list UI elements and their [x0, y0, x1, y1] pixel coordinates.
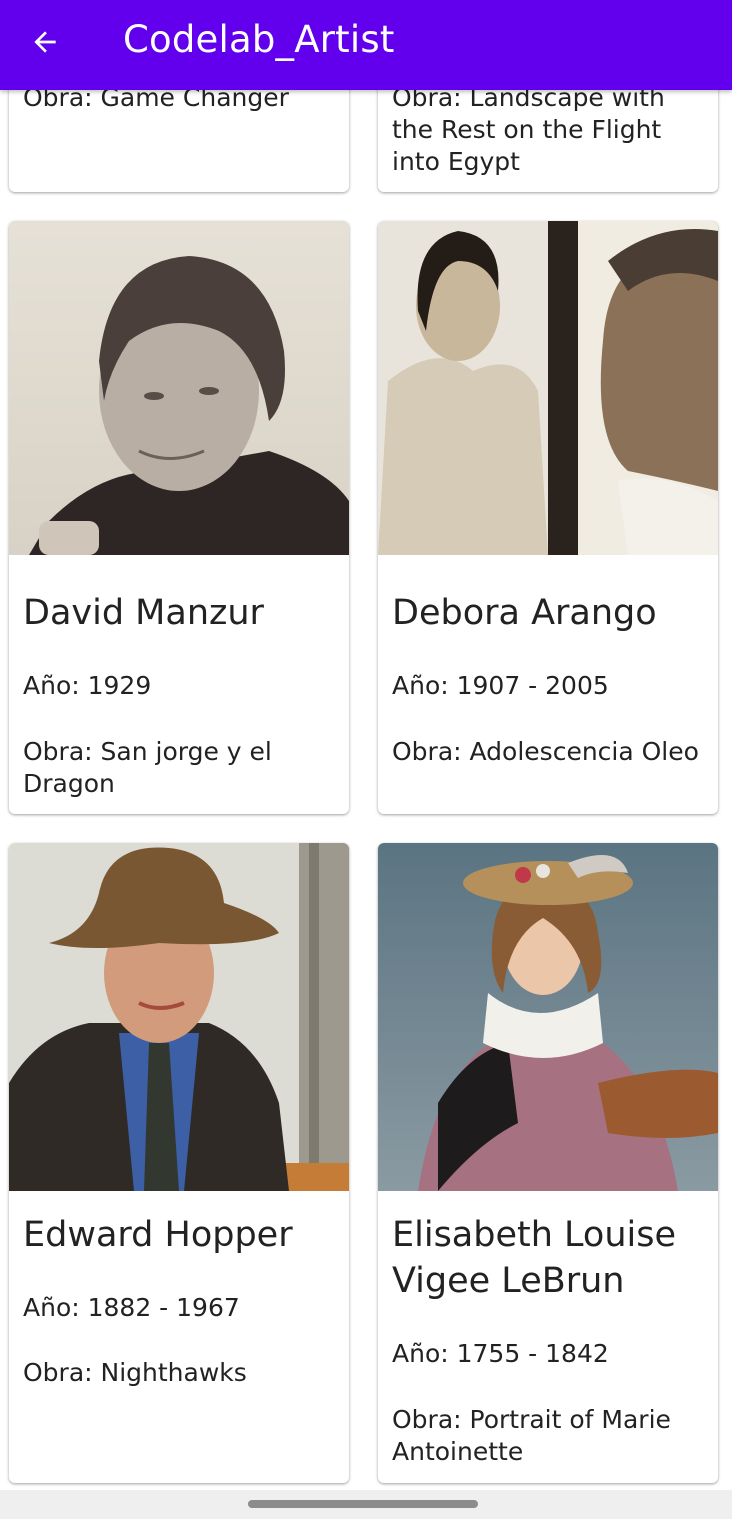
gesture-handle[interactable] [248, 1500, 478, 1508]
artist-photo [378, 843, 718, 1191]
artist-year: Año: 1882 - 1967 [23, 1293, 240, 1322]
artist-card[interactable]: Debora Arango Año: 1907 - 2005 Obra: Ado… [378, 221, 718, 814]
artist-year: Año: 1929 [23, 671, 152, 700]
artist-work: Obra: Nighthawks [23, 1358, 247, 1387]
artist-card[interactable]: Elisabeth Louise Vigee LeBrun Año: 1755 … [378, 843, 718, 1483]
app-title: Codelab_Artist [123, 18, 395, 61]
artist-photo [378, 221, 718, 555]
app-bar: Codelab_Artist [0, 0, 732, 90]
artist-name: Elisabeth Louise Vigee LeBrun [392, 1215, 676, 1301]
artist-photo [9, 221, 349, 555]
arrow-left-icon [34, 31, 56, 53]
artist-work: Obra: Adolescencia Oleo [392, 737, 699, 766]
artist-card[interactable]: Edward Hopper Año: 1882 - 1967 Obra: Nig… [9, 843, 349, 1483]
artist-grid[interactable]: Obra: Game Changer Obra: Landscape with … [0, 0, 732, 1490]
artist-work: Obra: San jorge y el Dragon [23, 737, 272, 798]
navigation-area [0, 1490, 732, 1519]
artist-work: Obra: Landscape with the Rest on the Fli… [392, 83, 665, 176]
artist-year: Año: 1907 - 2005 [392, 671, 609, 700]
artist-card[interactable]: David Manzur Año: 1929 Obra: San jorge y… [9, 221, 349, 814]
artist-photo [9, 843, 349, 1191]
artist-name: Debora Arango [392, 593, 657, 633]
artist-year: Año: 1755 - 1842 [392, 1339, 609, 1368]
artist-name: Edward Hopper [23, 1215, 293, 1255]
back-button[interactable] [20, 20, 70, 64]
artist-name: David Manzur [23, 593, 264, 633]
artist-work: Obra: Portrait of Marie Antoinette [392, 1405, 671, 1466]
